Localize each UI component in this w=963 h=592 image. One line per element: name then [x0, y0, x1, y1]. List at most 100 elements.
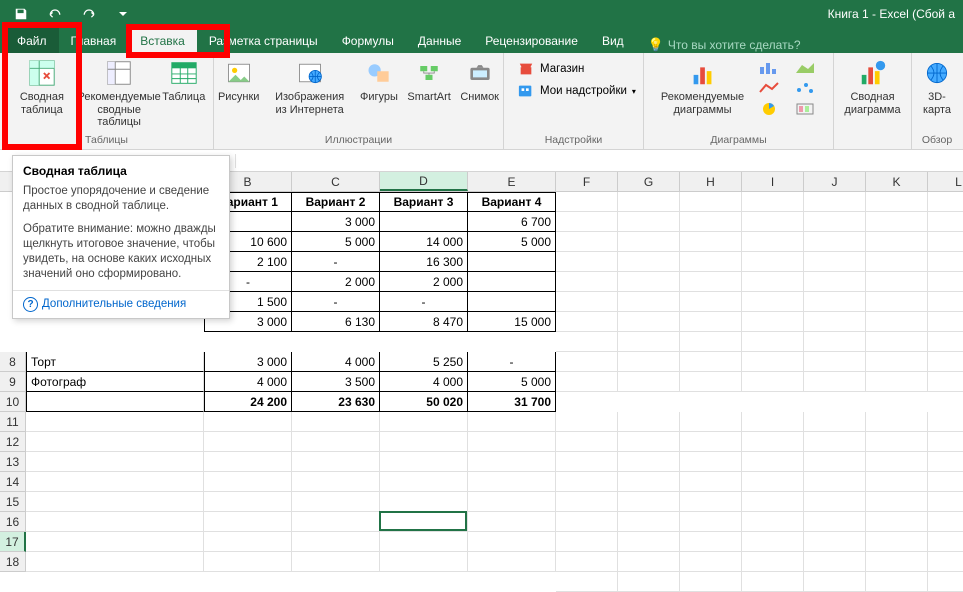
cell[interactable]: [468, 272, 556, 292]
cell[interactable]: [866, 432, 928, 452]
cell[interactable]: [680, 272, 742, 292]
cell[interactable]: [680, 512, 742, 532]
3d-map-button[interactable]: 3D-карта: [917, 55, 957, 118]
cell[interactable]: [866, 252, 928, 272]
cell[interactable]: [468, 552, 556, 572]
cell[interactable]: [804, 472, 866, 492]
cell[interactable]: [556, 532, 618, 552]
cell[interactable]: [804, 232, 866, 252]
cell[interactable]: [292, 472, 380, 492]
row-header-8[interactable]: 8: [0, 352, 26, 372]
cell[interactable]: [680, 292, 742, 312]
column-header-E[interactable]: E: [468, 172, 556, 191]
cell[interactable]: [742, 532, 804, 552]
cell[interactable]: [468, 512, 556, 532]
cell[interactable]: [680, 212, 742, 232]
cell[interactable]: [866, 372, 928, 392]
cell[interactable]: [204, 492, 292, 512]
cell[interactable]: [618, 412, 680, 432]
cell[interactable]: [618, 192, 680, 212]
cell[interactable]: [26, 512, 204, 532]
cell[interactable]: [556, 232, 618, 252]
tab-home[interactable]: Главная: [59, 28, 129, 53]
cell[interactable]: [742, 212, 804, 232]
cell[interactable]: [742, 372, 804, 392]
row-header-11[interactable]: 11: [0, 412, 26, 432]
cell[interactable]: [680, 552, 742, 572]
cell[interactable]: [680, 492, 742, 512]
undo-icon[interactable]: [40, 2, 70, 26]
cell[interactable]: Фотограф: [26, 372, 204, 392]
cell[interactable]: 5 250: [380, 352, 468, 372]
cell[interactable]: [742, 552, 804, 572]
cell[interactable]: [928, 372, 963, 392]
cell[interactable]: -: [292, 252, 380, 272]
cell[interactable]: [742, 352, 804, 372]
cell[interactable]: [866, 412, 928, 432]
cell[interactable]: [468, 492, 556, 512]
cell[interactable]: [928, 492, 963, 512]
cell[interactable]: [804, 312, 866, 332]
cell[interactable]: [292, 432, 380, 452]
cell[interactable]: [804, 432, 866, 452]
cell[interactable]: [742, 252, 804, 272]
cell[interactable]: [866, 512, 928, 532]
cell[interactable]: [380, 472, 468, 492]
cell[interactable]: [556, 512, 618, 532]
cell[interactable]: 4 000: [204, 372, 292, 392]
row-header-16[interactable]: 16: [0, 512, 26, 532]
cell[interactable]: [618, 572, 680, 592]
cell[interactable]: [680, 432, 742, 452]
cell[interactable]: [804, 552, 866, 572]
cell[interactable]: [804, 572, 866, 592]
cell[interactable]: [26, 392, 204, 412]
screenshot-button[interactable]: Снимок: [458, 55, 502, 106]
row-headers[interactable]: 89101112131415161718: [0, 352, 26, 572]
cell[interactable]: [866, 292, 928, 312]
cell[interactable]: [928, 212, 963, 232]
cell[interactable]: [556, 192, 618, 212]
cell[interactable]: [680, 232, 742, 252]
cell[interactable]: [866, 492, 928, 512]
row-header-12[interactable]: 12: [0, 432, 26, 452]
cell[interactable]: [866, 472, 928, 492]
cell[interactable]: [292, 412, 380, 432]
cell[interactable]: [866, 352, 928, 372]
cell[interactable]: [292, 552, 380, 572]
cell[interactable]: [618, 232, 680, 252]
chart-type-line[interactable]: [753, 78, 785, 98]
cell[interactable]: -: [292, 292, 380, 312]
cell[interactable]: [204, 512, 292, 532]
cell[interactable]: 23 630: [292, 392, 380, 412]
row-header-10[interactable]: 10: [0, 392, 26, 412]
cell[interactable]: 24 200: [204, 392, 292, 412]
cell[interactable]: [742, 472, 804, 492]
cell[interactable]: [556, 412, 618, 432]
column-header-L[interactable]: L: [928, 172, 963, 191]
cell[interactable]: [556, 252, 618, 272]
tab-review[interactable]: Рецензирование: [473, 28, 590, 53]
pictures-button[interactable]: Рисунки: [215, 55, 262, 106]
cell[interactable]: [26, 492, 204, 512]
cell[interactable]: [804, 212, 866, 232]
cell[interactable]: [742, 512, 804, 532]
cell[interactable]: [556, 352, 618, 372]
cell[interactable]: [618, 512, 680, 532]
cell[interactable]: [680, 412, 742, 432]
row-header-15[interactable]: 15: [0, 492, 26, 512]
tell-me-search[interactable]: 💡 Что вы хотите сделать?: [648, 37, 801, 53]
my-addins-button[interactable]: Мои надстройки ▾: [517, 83, 636, 99]
cell[interactable]: 4 000: [380, 372, 468, 392]
cell[interactable]: [928, 512, 963, 532]
cell[interactable]: [556, 492, 618, 512]
cell[interactable]: [380, 512, 468, 532]
cell[interactable]: [804, 452, 866, 472]
cell[interactable]: [380, 532, 468, 552]
cell[interactable]: [804, 352, 866, 372]
cell[interactable]: [380, 492, 468, 512]
cell[interactable]: [680, 532, 742, 552]
cell[interactable]: [618, 532, 680, 552]
column-header-H[interactable]: H: [680, 172, 742, 191]
cell[interactable]: [928, 572, 963, 592]
cell[interactable]: [26, 432, 204, 452]
